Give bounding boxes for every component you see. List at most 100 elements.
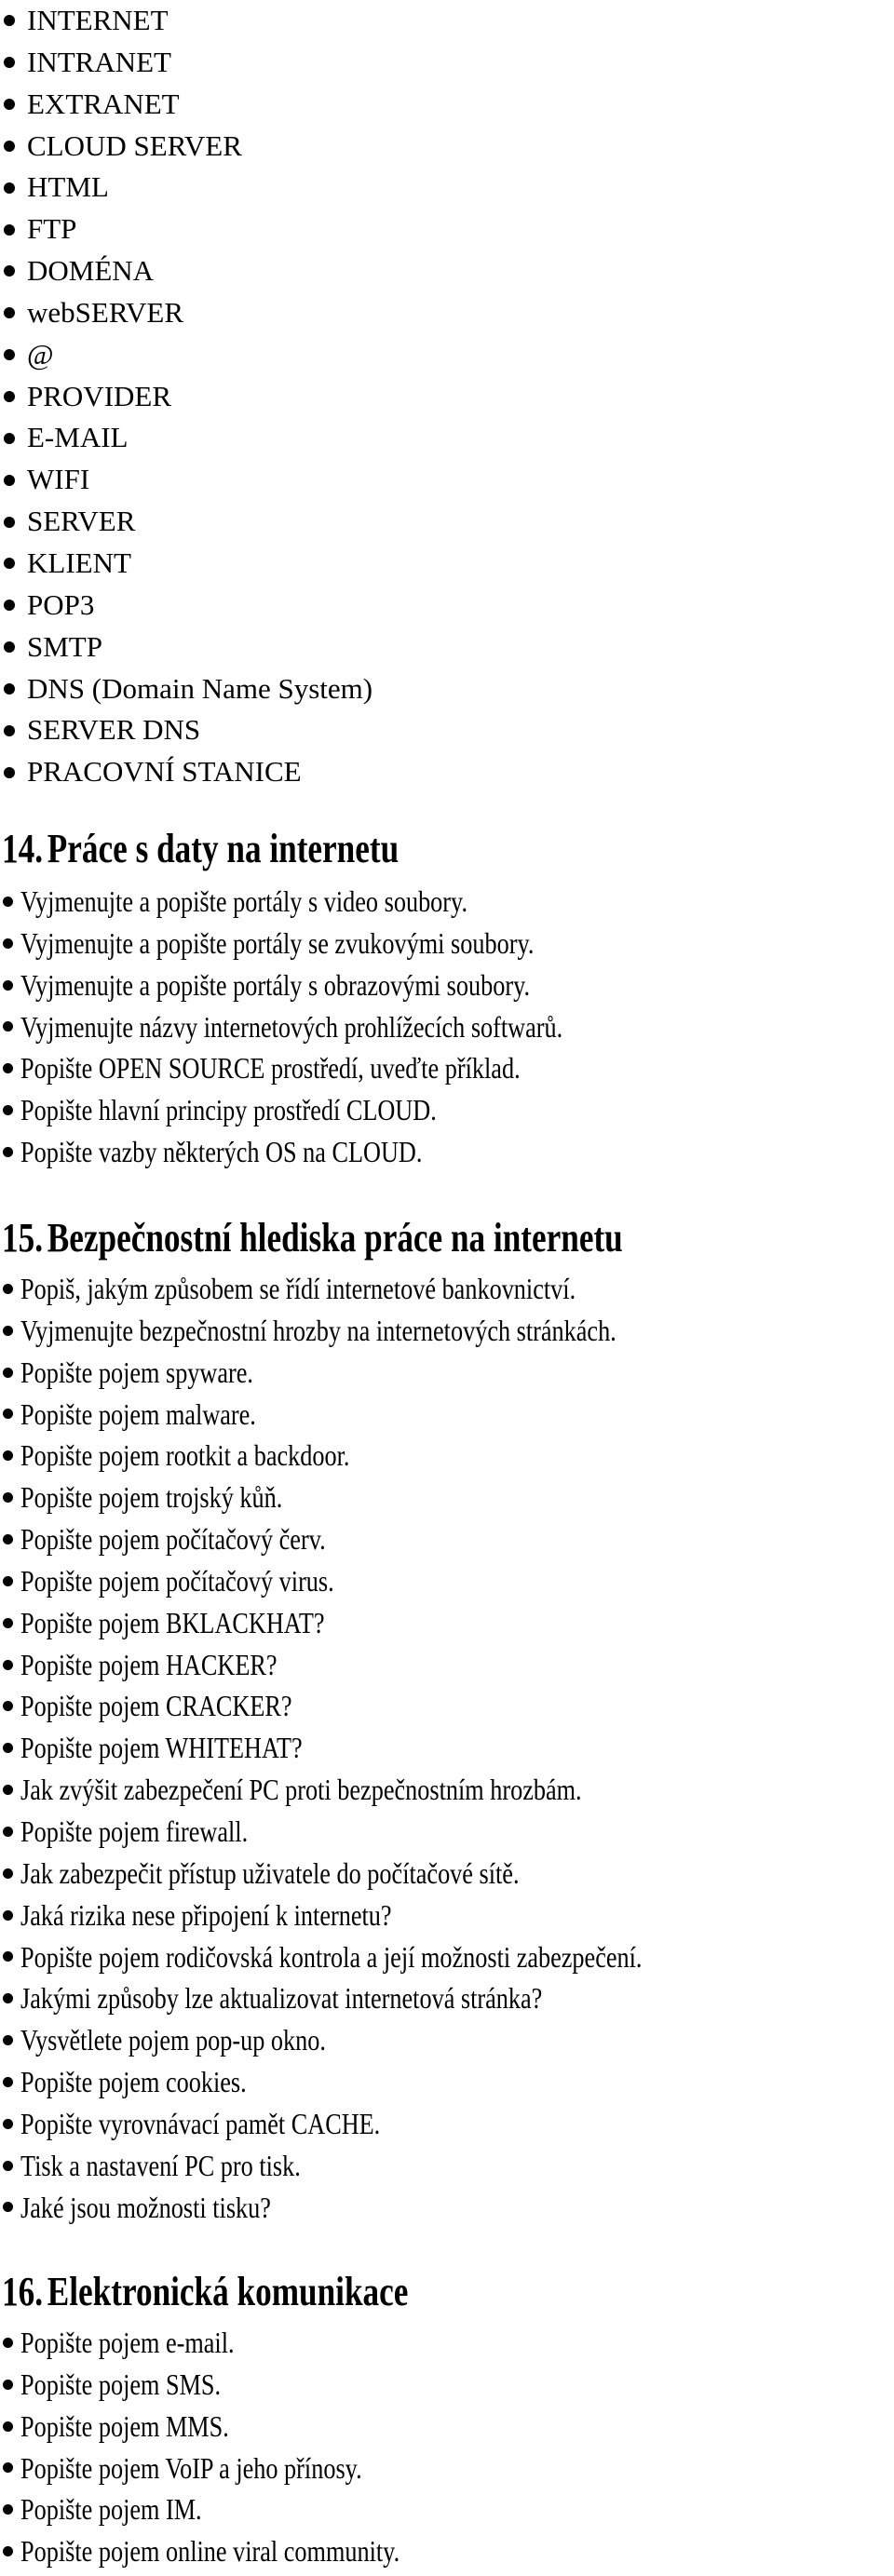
bullet-icon [3,1909,13,1921]
section-number: 15. [2,1215,43,1261]
question-text: Popište vyrovnávací pamět CACHE. [20,2106,381,2140]
question-text: Popište hlavní principy prostředí CLOUD. [20,1093,437,1127]
question-text: Jak zabezpečit přístup uživatele do počí… [20,1855,520,1890]
list-item: FTP [0,209,372,250]
question-text: Popište pojem WHITEHAT? [20,1731,303,1765]
list-item: Popište pojem CRACKER? [0,1685,779,1727]
list-item: Popiš, jakým způsobem se řídí internetov… [0,1268,779,1310]
question-text: Popište pojem e-mail. [20,2326,235,2359]
list-item: PRACOVNÍ STANICE [0,751,372,793]
section-heading-16: 16. Elektronická komunikace [2,2266,408,2318]
bullet-icon [3,1951,13,1962]
question-text: Popište pojem BKLACKHAT? [20,1605,325,1639]
bullet-icon [3,2202,13,2213]
question-text: Vyjmenujte názvy internetových prohlížec… [20,1009,563,1044]
list-item: Popište pojem cookies. [0,2061,779,2103]
bullet-icon [3,896,13,907]
question-text: Jak zvýšit zabezpečení PC proti bezpečno… [20,1773,582,1807]
list-item: Popište pojem rodičovská kontrola a její… [0,1936,779,1978]
term-text: POP3 [27,587,95,621]
bullet-icon [3,1325,13,1336]
list-item: Popište pojem malware. [0,1394,779,1436]
term-text: DOMÉNA [27,254,155,288]
question-text: Popište pojem rootkit a backdoor. [20,1438,350,1473]
section-number: 14. [2,826,43,871]
term-text: EXTRANET [27,87,180,120]
bullet-icon [3,2118,13,2129]
bullet-icon [4,349,15,361]
list-item: DNS (Domain Name System) [0,668,372,710]
question-text: Popiš, jakým způsobem se řídí internetov… [20,1272,576,1305]
question-text: Popište pojem IM. [20,2492,202,2527]
question-text: Popište pojem spyware. [20,1355,253,1389]
section-number: 16. [2,2269,43,2314]
list-item: Popište pojem MMS. [0,2406,483,2448]
list-item: Vysvětlete pojem pop-up okno. [0,2019,779,2061]
bullet-icon [4,182,15,194]
list-item: Popište pojem trojský kůň. [0,1477,779,1518]
list-item: Popište pojem VoIP a jeho přínosy. [0,2448,483,2489]
question-text: Popište pojem MMS. [20,2408,229,2443]
section-16-list: Popište pojem e-mail. Popište pojem SMS.… [0,2322,483,2572]
list-item: Popište pojem online viral community. [0,2530,483,2572]
bullet-icon [4,140,15,152]
section-14-list: Vyjmenujte a popište portály s video sou… [0,881,682,1173]
list-item: WIFI [0,459,372,501]
section-heading-14: 14. Práce s daty na internetu [2,823,399,875]
list-item: DOMÉNA [0,250,372,292]
list-item: Popište hlavní principy prostředí CLOUD. [0,1089,682,1131]
list-item: webSERVER [0,292,372,334]
term-text: INTERNET [27,4,169,36]
bullet-icon [3,1575,13,1586]
list-item: INTERNET [0,0,372,42]
list-item: INTRANET [0,42,372,84]
question-text: Popište pojem cookies. [20,2065,247,2099]
bullet-icon [3,2546,13,2557]
question-text: Popište pojem VoIP a jeho přínosy. [20,2450,362,2485]
list-item: Popište pojem firewall. [0,1811,779,1853]
section-title: Práce s daty na internetu [47,826,400,871]
list-item: Popište pojem BKLACKHAT? [0,1602,779,1644]
term-text: KLIENT [27,546,131,579]
question-text: Vyjmenujte a popište portály s video sou… [20,884,468,918]
list-item: HTML [0,167,372,209]
bullet-icon [3,1450,13,1462]
term-text: DNS (Domain Name System) [27,671,373,705]
bullet-icon [3,2379,13,2390]
term-text: PRACOVNÍ STANICE [27,755,302,789]
bullet-icon [3,2076,13,2087]
bullet-icon [3,2462,13,2474]
term-text: INTRANET [27,45,171,78]
bullet-icon [3,1146,13,1157]
section-heading-15: 15. Bezpečnostní hlediska práce na intern… [2,1212,623,1264]
term-text: CLOUD SERVER [27,128,242,162]
bullet-icon [4,307,15,319]
list-item: E-MAIL [0,417,372,459]
question-text: Popište pojem firewall. [20,1814,249,1848]
question-text: Popište OPEN SOURCE prostředí, uveďte př… [20,1051,521,1086]
bullet-icon [4,600,15,612]
term-text: PROVIDER [27,379,172,412]
bullet-icon [3,2035,13,2046]
question-text: Popište pojem malware. [20,1396,256,1431]
list-item: @ [0,334,372,376]
bullet-icon [3,979,13,991]
bullet-icon [4,57,15,69]
section-15-list: Popiš, jakým způsobem se řídí internetov… [0,1268,779,2228]
list-item: Vyjmenujte a popište portály s obrazovým… [0,964,682,1006]
question-text: Vyjmenujte a popište portály s obrazovým… [20,967,531,1002]
question-text: Jaká rizika nese připojení k internetu? [20,1897,392,1932]
question-text: Vyjmenujte a popište portály se zvukovým… [20,925,535,960]
list-item: Popište pojem HACKER? [0,1644,779,1686]
list-item: PROVIDER [0,376,372,418]
question-text: Tisk a nastavení PC pro tisk. [20,2148,301,2182]
bullet-icon [4,474,15,486]
list-item: Vyjmenujte a popište portály s video sou… [0,881,682,923]
question-text: Popište pojem online viral community. [20,2534,400,2569]
list-item: POP3 [0,585,372,627]
term-text: webSERVER [27,295,184,329]
bullet-icon [3,1283,13,1294]
bullet-icon [3,2337,13,2348]
list-item: Jak zabezpečit přístup uživatele do počí… [0,1853,779,1895]
bullet-icon [4,99,15,111]
